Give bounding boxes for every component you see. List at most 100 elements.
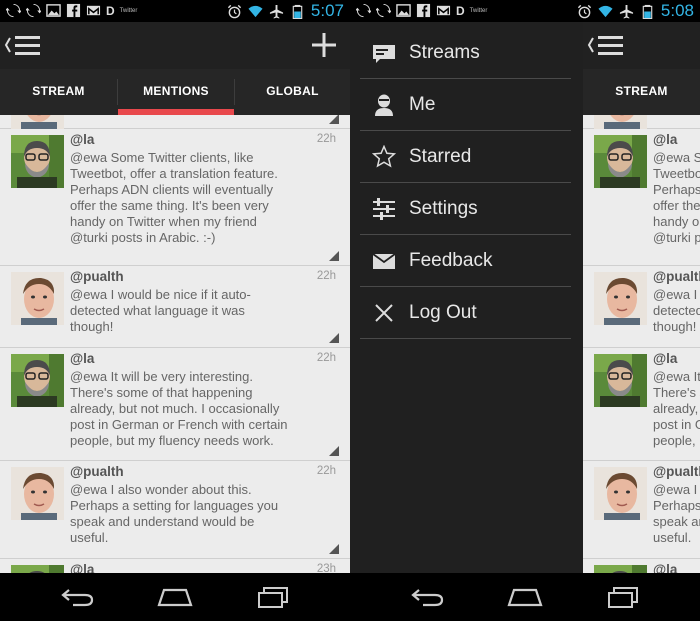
avatar	[594, 115, 647, 129]
streams-icon	[373, 45, 395, 63]
menu-item-feedback[interactable]: Feedback	[360, 235, 571, 287]
post-username[interactable]: @pualth	[653, 269, 700, 284]
gmail-icon	[86, 3, 101, 18]
home-icon[interactable]	[157, 585, 193, 609]
drawer-toggle-icon[interactable]	[587, 33, 625, 57]
menu-item-starred[interactable]: Starred	[360, 131, 571, 183]
list-item[interactable]: @pualth 22h @ewa I also wonder about thi…	[0, 461, 350, 559]
menu-label: Feedback	[409, 250, 493, 271]
post-username[interactable]: @la	[653, 562, 677, 573]
status-time: 5:08	[660, 1, 694, 20]
right-screen: D Twitter 5:08 Streams Me Starred Settin…	[350, 0, 700, 621]
menu-item-log-out[interactable]: Log Out	[360, 287, 571, 339]
mentions-list[interactable]: @la @ewa Some Twitter clients, like Twee…	[583, 115, 700, 573]
alarm-icon	[227, 4, 242, 19]
status-time: 5:07	[310, 1, 344, 20]
navigation-bar	[0, 573, 350, 621]
menu-label: Me	[409, 94, 436, 115]
add-icon[interactable]	[310, 31, 338, 59]
corner-marker	[329, 115, 339, 124]
post-username[interactable]: @la	[653, 132, 677, 147]
list-item[interactable]: @pualth @ewa I also wonder about this. P…	[583, 461, 700, 559]
post-text: @ewa Some Twitter clients, like Tweetbot…	[70, 150, 278, 245]
action-bar	[583, 22, 700, 69]
facebook-icon	[66, 3, 81, 18]
d-app-icon: D	[456, 3, 465, 18]
recent-apps-icon[interactable]	[606, 585, 640, 609]
person-icon	[375, 94, 393, 116]
tab-bar: STREAM	[583, 69, 700, 115]
avatar	[594, 272, 647, 325]
menu-label: Log Out	[409, 302, 477, 323]
avatar	[594, 565, 647, 573]
corner-marker	[329, 446, 339, 456]
home-icon[interactable]	[507, 585, 543, 609]
menu-label: Settings	[409, 198, 478, 219]
battery-icon	[640, 4, 655, 19]
recent-apps-icon[interactable]	[256, 585, 290, 609]
drawer-toggle-icon[interactable]	[4, 33, 42, 57]
close-icon	[375, 304, 393, 322]
battery-icon	[290, 4, 305, 19]
post-username[interactable]: @pualth	[70, 269, 124, 284]
sync-icon	[26, 3, 41, 18]
menu-item-me[interactable]: Me	[360, 79, 571, 131]
post-username[interactable]: @pualth	[70, 464, 124, 479]
sliders-icon	[373, 198, 395, 220]
post-time: 22h	[316, 133, 336, 145]
back-icon[interactable]	[61, 585, 95, 609]
post-username[interactable]: @la	[653, 351, 677, 366]
avatar	[594, 135, 647, 188]
list-item[interactable]: @pualth @ewa I would be nice if it auto-…	[583, 266, 700, 348]
content-peek[interactable]: STREAM @la @ewa Some Twitter clients, li…	[583, 22, 700, 573]
avatar	[11, 135, 64, 188]
avatar	[11, 565, 64, 573]
post-username[interactable]: @la	[70, 351, 94, 366]
star-icon	[372, 145, 396, 168]
avatar	[11, 467, 64, 520]
menu-label: Starred	[409, 146, 472, 167]
avatar	[11, 272, 64, 325]
avatar	[11, 354, 64, 407]
post-text: @ewa I would be nice if it auto- detecte…	[653, 287, 700, 334]
post-username[interactable]: @pualth	[653, 464, 700, 479]
navigation-drawer: Streams Me Starred Settings Feedback Log…	[350, 22, 583, 573]
list-item[interactable]: @la @ewa Some Twitter clients, like Twee…	[583, 129, 700, 266]
sync-icon	[376, 3, 391, 18]
post-username[interactable]: @la	[70, 132, 94, 147]
post-text: @ewa It will be very interesting. There'…	[70, 369, 288, 448]
post-time: 22h	[316, 465, 336, 477]
list-item[interactable]: @la 22h @ewa Some Twitter clients, like …	[0, 129, 350, 266]
corner-marker	[329, 251, 339, 261]
envelope-icon	[372, 253, 396, 269]
avatar	[11, 115, 64, 129]
list-item[interactable]: @la @ewa It will be very interesting. Th…	[583, 348, 700, 461]
menu-item-streams[interactable]: Streams	[360, 27, 571, 79]
tab-stream[interactable]: STREAM	[0, 69, 117, 115]
image-icon	[46, 3, 61, 18]
status-bar: D Twitter 5:07	[0, 0, 350, 22]
list-item[interactable]: @la 23h	[0, 559, 350, 573]
post-username[interactable]: @la	[70, 562, 94, 573]
tab-global[interactable]: GLOBAL	[235, 69, 350, 115]
facebook-icon	[416, 3, 431, 18]
status-app-label: Twitter	[469, 7, 488, 14]
post-text: @ewa It will be very interesting. There'…	[653, 369, 700, 448]
back-icon[interactable]	[411, 585, 445, 609]
list-item[interactable]: @la 22h @ewa It will be very interesting…	[0, 348, 350, 461]
navigation-bar	[350, 573, 700, 621]
post-time: 22h	[316, 270, 336, 282]
list-item[interactable]	[583, 115, 700, 129]
post-time: 22h	[316, 352, 336, 364]
mentions-list[interactable]: @la 22h @ewa Some Twitter clients, like …	[0, 115, 350, 573]
menu-item-settings[interactable]: Settings	[360, 183, 571, 235]
list-item[interactable]: @la	[583, 559, 700, 573]
tab-stream[interactable]: STREAM	[583, 69, 700, 115]
corner-marker	[329, 544, 339, 554]
corner-marker	[329, 333, 339, 343]
post-time: 23h	[316, 563, 336, 573]
list-item[interactable]: @pualth 22h @ewa I would be nice if it a…	[0, 266, 350, 348]
list-item[interactable]	[0, 115, 350, 129]
wifi-icon	[598, 4, 613, 19]
post-text: @ewa I also wonder about this. Perhaps a…	[653, 482, 700, 545]
